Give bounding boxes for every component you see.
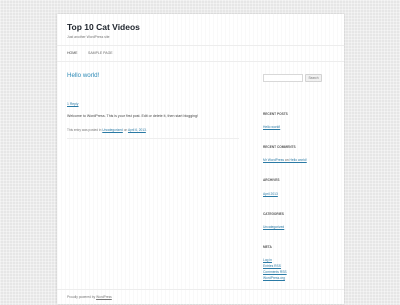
main-navigation: HOME SAMPLE PAGE bbox=[57, 45, 344, 62]
recent-comment-item: Mr WordPress on Hello world! bbox=[263, 158, 307, 162]
recent-posts-heading: RECENT POSTS bbox=[263, 112, 288, 116]
comment-post-link[interactable]: Hello world! bbox=[290, 158, 307, 162]
post-meta: This entry was posted in Uncategorized o… bbox=[67, 128, 239, 139]
meta-link-comments-rss[interactable]: Comments RSS bbox=[263, 270, 287, 274]
site-description: Just another WordPress site bbox=[67, 35, 110, 39]
category-link[interactable]: Uncategorized bbox=[102, 128, 123, 132]
meta-heading: META bbox=[263, 245, 272, 249]
meta-link-wordpress-org[interactable]: WordPress.org bbox=[263, 276, 285, 280]
site-title[interactable]: Top 10 Cat Videos bbox=[67, 22, 140, 32]
post-title[interactable]: Hello world! bbox=[67, 72, 99, 79]
page-container: Top 10 Cat Videos Just another WordPress… bbox=[57, 14, 344, 304]
categories-heading: CATEGORIES bbox=[263, 212, 284, 216]
meta-prefix: This entry was posted in bbox=[67, 128, 103, 132]
category-widget-link[interactable]: Uncategorized bbox=[263, 225, 284, 229]
search-button[interactable]: Search bbox=[305, 74, 322, 82]
meta-suffix: . bbox=[145, 128, 147, 132]
nav-item-home[interactable]: HOME bbox=[67, 51, 78, 55]
meta-link-entries-rss[interactable]: Entries RSS bbox=[263, 264, 281, 268]
site-footer: Proudly powered by WordPress bbox=[57, 289, 344, 305]
nav-item-sample-page[interactable]: SAMPLE PAGE bbox=[88, 51, 113, 55]
footer-credit: Proudly powered by WordPress bbox=[67, 295, 112, 299]
search-input[interactable] bbox=[263, 74, 303, 82]
archive-link[interactable]: April 2013 bbox=[263, 192, 278, 196]
footer-prefix: Proudly powered by bbox=[67, 295, 97, 299]
reply-link[interactable]: 1 Reply bbox=[67, 102, 79, 106]
archives-heading: ARCHIVES bbox=[263, 178, 280, 182]
comment-author-link[interactable]: Mr WordPress bbox=[263, 158, 284, 162]
recent-comments-heading: RECENT COMMENTS bbox=[263, 145, 296, 149]
meta-link-login[interactable]: Log in bbox=[263, 258, 272, 262]
post-content: Welcome to WordPress. This is your first… bbox=[67, 114, 199, 118]
footer-wordpress-link[interactable]: WordPress bbox=[96, 295, 112, 299]
recent-post-link[interactable]: Hello world! bbox=[263, 125, 280, 129]
date-link[interactable]: April 6, 2013 bbox=[128, 128, 146, 132]
